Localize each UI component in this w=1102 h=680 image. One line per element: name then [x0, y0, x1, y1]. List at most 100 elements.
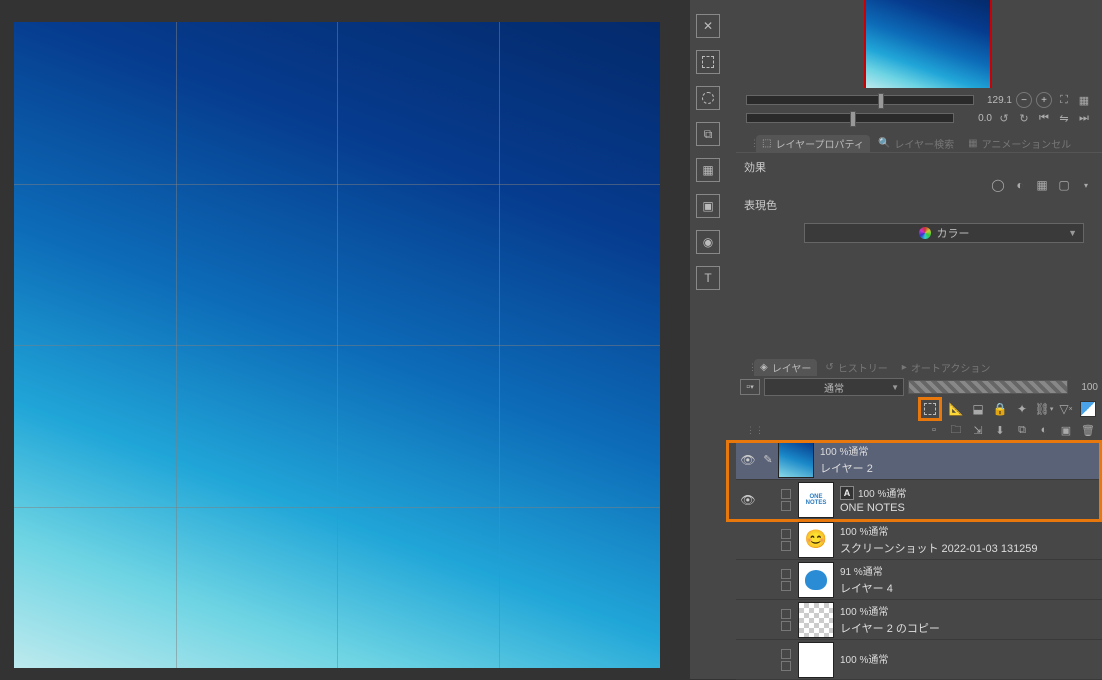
zoom-out-icon[interactable]: −	[1016, 92, 1032, 108]
border-effect-icon[interactable]: ◯	[990, 177, 1006, 193]
layer-row[interactable]: 100 %通常レイヤー 2	[736, 440, 1102, 480]
tab-layer[interactable]: ◈レイヤー	[754, 359, 817, 376]
layer-mask-button[interactable]	[918, 397, 942, 421]
tab-history[interactable]: ↺ヒストリー	[819, 359, 893, 376]
layer-name[interactable]: ONE NOTES	[840, 502, 1102, 514]
layer-name[interactable]: スクリーンショット 2022-01-03 131259	[840, 540, 1102, 556]
layer-name[interactable]: レイヤー 2	[820, 460, 1102, 476]
tool-frame-icon[interactable]: ▣	[696, 194, 720, 218]
layer-thumbnail[interactable]	[798, 602, 834, 638]
layer-opacity-mode: 100 %通常	[840, 523, 888, 538]
panel-grip-icon[interactable]: ⋮⋮	[742, 425, 750, 436]
layer-visibility-toggle[interactable]	[736, 453, 760, 467]
tool-text-icon[interactable]: T	[696, 266, 720, 290]
color-mode-select[interactable]: カラー ▼	[804, 223, 1084, 243]
combine-icon[interactable]: ⧉	[1014, 423, 1030, 437]
layer-thumbnail[interactable]	[798, 562, 834, 598]
panel-grip-icon[interactable]: ⋮⋮	[744, 362, 752, 373]
skip-prev-icon[interactable]: ⏮	[1036, 110, 1052, 126]
rotate-reset-icon[interactable]: ↺	[996, 110, 1012, 126]
layer-checkboxes[interactable]	[776, 569, 796, 591]
effect-chevron-down-icon[interactable]: ▾	[1078, 177, 1094, 193]
new-folder-icon[interactable]: 🗀	[948, 423, 964, 437]
skip-next-icon[interactable]: ⏭	[1076, 110, 1092, 126]
layer-thumbnail[interactable]: ONE NOTES	[798, 482, 834, 518]
mask-icon[interactable]: ◐	[1036, 423, 1052, 437]
duplicate-icon[interactable]: ▣	[1058, 423, 1074, 437]
tone-effect-icon[interactable]: ◐	[1012, 177, 1028, 193]
zoom-slider[interactable]	[746, 95, 974, 105]
tool-column: ✕ ⧉ ▦ ▣ ◉ T	[696, 14, 726, 302]
layer-name[interactable]: レイヤー 4	[840, 580, 1102, 596]
new-layer-icon[interactable]: ▫	[926, 423, 942, 437]
layer-checkboxes[interactable]	[776, 489, 796, 511]
layer-row[interactable]: 100 %通常	[736, 640, 1102, 680]
clip-icon[interactable]: ⬓	[970, 401, 986, 417]
layer-thumbnail[interactable]	[798, 642, 834, 678]
zoom-fit-icon[interactable]: ⛶	[1056, 92, 1072, 108]
layer-visibility-toggle[interactable]	[736, 493, 760, 507]
filter-icon[interactable]: ▽×	[1058, 401, 1074, 417]
delete-icon[interactable]: 🗑	[1080, 423, 1096, 437]
color-mode-value: カラー	[937, 225, 970, 241]
layer-row[interactable]: 91 %通常レイヤー 4	[736, 560, 1102, 600]
rotate-value: 0.0	[958, 113, 992, 124]
layer-info: 100 %通常レイヤー 2 のコピー	[836, 603, 1102, 636]
canvas[interactable]	[14, 22, 660, 668]
tool-crop-icon[interactable]: ⧉	[696, 122, 720, 146]
layer-row[interactable]: 100 %通常レイヤー 2 のコピー	[736, 600, 1102, 640]
tab-animation-cel[interactable]: ▦アニメーションセル	[962, 135, 1077, 152]
layer-row[interactable]: ONE NOTESA100 %通常ONE NOTES	[736, 480, 1102, 520]
layer-thumbnail[interactable]	[778, 442, 814, 478]
layer-checkboxes[interactable]	[776, 649, 796, 671]
layer-toolbar-blend: ▫▾ 通常▼ 100	[736, 376, 1102, 398]
tool-selection-icon[interactable]	[696, 50, 720, 74]
link-icon[interactable]: ⛓▾	[1036, 401, 1052, 417]
ruler-icon[interactable]: 📐	[948, 401, 964, 417]
blend-mode-select[interactable]: 通常▼	[764, 378, 904, 396]
right-panel: ✕ ⧉ ▦ ▣ ◉ T 129.1 − + ⛶ ▦ 0.0 ↺ ↻ ⏮ ⇋ ⏭ …	[690, 0, 1102, 679]
navigator-thumbnail[interactable]	[864, 0, 992, 88]
layer-row[interactable]: 😊100 %通常スクリーンショット 2022-01-03 131259	[736, 520, 1102, 560]
tool-camera-icon[interactable]: ◉	[696, 230, 720, 254]
tool-close-icon[interactable]: ✕	[696, 14, 720, 38]
layer-property-panel: 効果 ◯ ◐ ▦ ▢ ▾ 表現色 カラー ▼	[736, 152, 1102, 272]
rotate-cw-icon[interactable]: ↻	[1016, 110, 1032, 126]
eye-icon	[740, 493, 755, 507]
zoom-in-icon[interactable]: +	[1036, 92, 1052, 108]
layer-name[interactable]: レイヤー 2 のコピー	[840, 620, 1102, 636]
canvas-viewport[interactable]	[0, 0, 684, 679]
layer-checkboxes[interactable]	[776, 529, 796, 551]
merge-icon[interactable]: ⬇	[992, 423, 1008, 437]
layer-edit-indicator	[760, 453, 776, 466]
layer-checkboxes[interactable]	[776, 609, 796, 631]
palette-color-checkbox[interactable]: ▫▾	[740, 379, 760, 395]
layer-info: 100 %通常スクリーンショット 2022-01-03 131259	[836, 523, 1102, 556]
layer-list: 100 %通常レイヤー 2ONE NOTESA100 %通常ONE NOTES😊…	[736, 440, 1102, 680]
flip-horizontal-icon[interactable]: ⇋	[1056, 110, 1072, 126]
zoom-grid-icon[interactable]: ▦	[1076, 92, 1092, 108]
tab-layer-property[interactable]: ⬚レイヤープロパティ	[756, 135, 870, 152]
tab-auto-action[interactable]: ▸オートアクション	[896, 359, 997, 376]
layer-thumbnail[interactable]: 😊	[798, 522, 834, 558]
layer-tabs: ⋮⋮ ◈レイヤー ↺ヒストリー ▸オートアクション	[736, 358, 1102, 376]
reference-icon[interactable]: ✦	[1014, 401, 1030, 417]
layer-color-effect-icon[interactable]: ▢	[1056, 177, 1072, 193]
rotate-slider[interactable]	[746, 113, 954, 123]
layer-toolbar-actions: 📐 ⬓ 🔒 ✦ ⛓▾ ▽×	[736, 398, 1102, 420]
layer-color-chip[interactable]	[1080, 401, 1096, 417]
layer-opacity-mode: 100 %通常	[840, 603, 888, 618]
lock-icon[interactable]: 🔒	[992, 401, 1008, 417]
tool-ellipse-select-icon[interactable]	[696, 86, 720, 110]
layer-opacity-mode: 100 %通常	[840, 651, 888, 666]
tab-layer-search[interactable]: 🔍レイヤー検索	[872, 135, 960, 152]
rotate-slider-row: 0.0 ↺ ↻ ⏮ ⇋ ⏭	[746, 110, 1092, 126]
transfer-icon[interactable]: ⇲	[970, 423, 986, 437]
pattern-effect-icon[interactable]: ▦	[1034, 177, 1050, 193]
panel-grip-icon[interactable]: ⋮⋮	[746, 138, 754, 149]
layer-info: A100 %通常ONE NOTES	[836, 485, 1102, 514]
layer-opacity-mode: 100 %通常	[858, 485, 906, 500]
property-tabs: ⋮⋮ ⬚レイヤープロパティ 🔍レイヤー検索 ▦アニメーションセル	[746, 134, 1102, 152]
tool-grid-icon[interactable]: ▦	[696, 158, 720, 182]
opacity-slider[interactable]	[908, 380, 1068, 394]
